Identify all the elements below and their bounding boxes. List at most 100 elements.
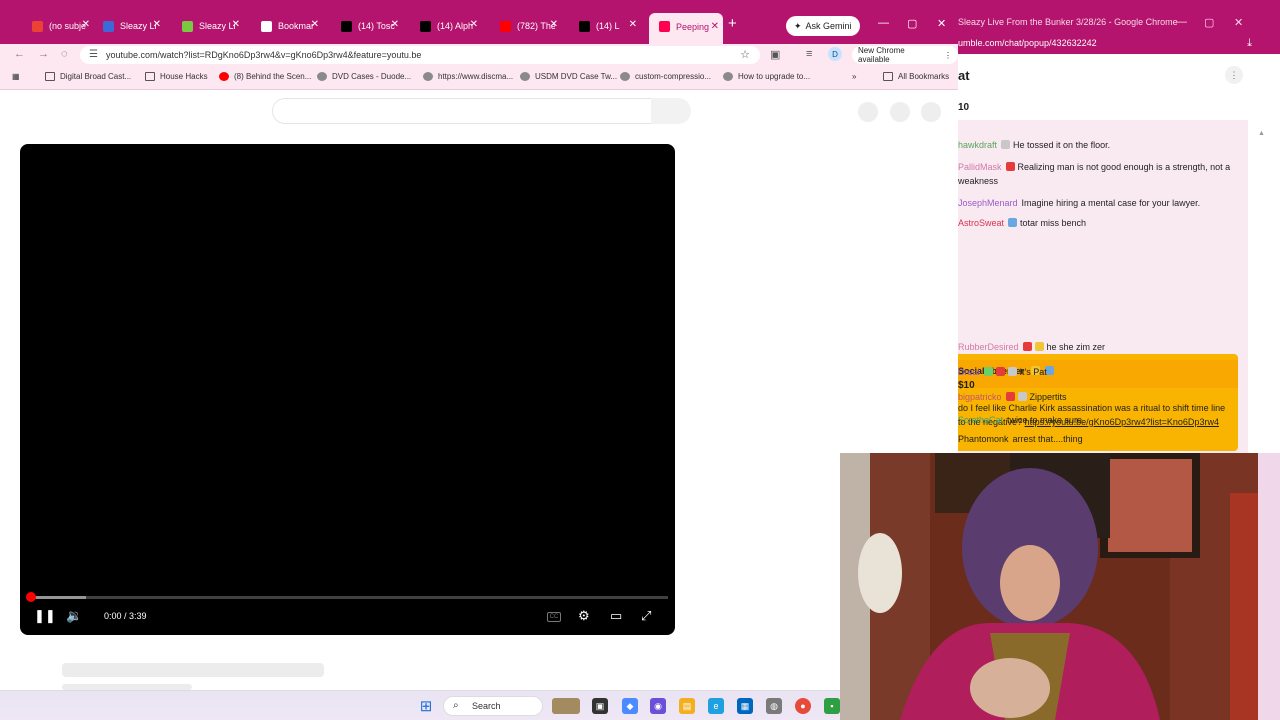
close-tab-icon[interactable]: ✕	[391, 19, 399, 30]
close-window-button[interactable]: ✕	[937, 17, 946, 30]
bookmark-label: How to upgrade to...	[738, 72, 811, 81]
theater-mode-icon[interactable]: ▭	[610, 608, 622, 624]
chat-username[interactable]: Dreal	[958, 367, 980, 377]
chat-text: he she zim zer	[1046, 342, 1106, 352]
media-control-icon[interactable]: ≡	[806, 48, 812, 60]
fullscreen-icon[interactable]: ⤢	[641, 608, 651, 624]
bookmark-item[interactable]: custom-compressio...	[620, 72, 711, 81]
close-tab-icon[interactable]: ✕	[232, 19, 240, 30]
browser-tab[interactable]: Sleazy Li ✕	[172, 15, 244, 37]
minimize-button[interactable]: —	[878, 17, 889, 29]
chat-menu-icon[interactable]: ⋮	[1225, 66, 1243, 84]
store-icon[interactable]: ▦	[737, 698, 753, 714]
all-bookmarks-button[interactable]: All Bookmarks	[883, 72, 949, 81]
badge-icon	[1005, 392, 1015, 401]
file-explorer-icon[interactable]: ▤	[679, 698, 695, 714]
maximize-button[interactable]: ▢	[907, 17, 917, 30]
task-view-icon[interactable]: ▣	[592, 698, 608, 714]
chat-scrollbar[interactable]: ▲	[1258, 124, 1266, 453]
bookmarks-overflow-icon[interactable]: »	[852, 72, 856, 81]
bookmark-label: House Hacks	[160, 72, 208, 81]
youtube-search-input[interactable]	[272, 98, 652, 124]
cast-icon[interactable]: ▣	[770, 48, 780, 61]
chat-username[interactable]: RubberDesired	[958, 342, 1019, 352]
chat-username[interactable]: Phantomonk	[958, 434, 1009, 444]
close-tab-icon[interactable]: ✕	[711, 21, 719, 32]
bookmark-item[interactable]: How to upgrade to...	[723, 72, 810, 81]
settings-gear-icon[interactable]: ⚙	[578, 608, 590, 624]
chat-username[interactable]: ScratheCat	[958, 415, 1003, 425]
browser-tab[interactable]: (782) The ✕	[490, 15, 562, 37]
chat-message: PallidMask Realizing man is not good enou…	[958, 160, 1248, 188]
app-icon[interactable]: ◉	[650, 698, 666, 714]
bookmark-item[interactable]: Digital Broad Cast...	[45, 72, 131, 81]
browser-tab[interactable]: (14) L ✕	[569, 15, 641, 37]
bookmark-item[interactable]: USDM DVD Case Tw...	[520, 72, 617, 81]
progress-scrubber[interactable]	[26, 592, 36, 602]
main-browser-window: (no subje ✕ Sleazy Li ✕ Sleazy Li ✕ Bookmar ✕ (1…	[0, 0, 958, 690]
rumble-r-icon	[103, 20, 114, 32]
browser-tab[interactable]: Sleazy Li ✕	[93, 15, 165, 37]
chat-close-button[interactable]: ✕	[1234, 16, 1243, 29]
site-info-icon[interactable]: ☰	[89, 49, 98, 60]
browser-tab[interactable]: (no subje ✕	[22, 15, 94, 37]
download-icon[interactable]: ⤓	[1247, 37, 1252, 50]
chat-minimize-button[interactable]: —	[1176, 16, 1187, 28]
browser-tab[interactable]: Bookmar ✕	[251, 15, 323, 37]
new-tab-button[interactable]: +	[728, 16, 737, 32]
chat-feed[interactable]: SocialObserver $10 do I feel like Charli…	[958, 120, 1248, 453]
browser-tab[interactable]: (14) Tosc ✕	[331, 15, 403, 37]
taskbar-search[interactable]: ⌕ Search	[443, 696, 543, 716]
chat-message: JosephMenard Imagine hiring a mental case…	[958, 196, 1248, 210]
app-icon[interactable]: ▪	[824, 698, 840, 714]
kebab-menu-icon[interactable]: ⋮	[944, 51, 952, 60]
chrome-icon[interactable]: ●	[795, 698, 811, 714]
close-tab-icon[interactable]: ✕	[550, 19, 558, 30]
app-icon[interactable]: ◍	[766, 698, 782, 714]
video-player[interactable]: ❚❚ 🔉 0:00 / 3:39 CC ⚙ ▭ ⤢	[20, 144, 675, 635]
bookmark-item[interactable]: (8) Behind the Scen...	[219, 72, 311, 81]
address-bar[interactable]: ☰ youtube.com/watch?list=RDgKno6Dp3rw4&v…	[80, 46, 760, 64]
search-highlight-icon[interactable]	[552, 698, 580, 714]
back-button[interactable]: ←	[14, 48, 25, 60]
bookmark-item[interactable]: DVD Cases - Duode...	[317, 72, 411, 81]
chat-maximize-button[interactable]: ▢	[1204, 16, 1214, 29]
browser-tab[interactable]: (14) Alph ✕	[410, 15, 482, 37]
windows-taskbar: ⊞ ⌕ Search ▣ ◆ ◉ ▤ e ▦ ◍ ● ▪	[0, 690, 840, 720]
chat-text: It's Pat	[1019, 367, 1047, 377]
close-tab-icon[interactable]: ✕	[311, 19, 319, 30]
profile-avatar[interactable]: D	[828, 47, 842, 61]
chat-username[interactable]: hawkdraft	[958, 140, 997, 150]
progress-bar[interactable]	[28, 596, 668, 599]
loading-skeleton	[62, 663, 324, 677]
chat-url-bar[interactable]: umble.com/chat/popup/432632242	[958, 34, 1280, 54]
youtube-search-button[interactable]	[651, 98, 691, 124]
chat-username[interactable]: bigpatricko	[958, 392, 1002, 402]
volume-icon[interactable]: 🔉	[66, 608, 82, 624]
pause-button[interactable]: ❚❚	[34, 608, 56, 624]
forward-button[interactable]: →	[38, 48, 49, 60]
apps-grid-icon[interactable]: ▦	[12, 72, 20, 81]
bookmark-item[interactable]: https://www.discma...	[423, 72, 513, 81]
chat-username[interactable]: AstroSweat	[958, 218, 1004, 228]
chat-username[interactable]: PallidMask	[958, 162, 1002, 172]
windows-start-icon[interactable]: ⊞	[418, 698, 434, 715]
bookmark-item[interactable]: House Hacks	[145, 72, 208, 81]
close-tab-icon[interactable]: ✕	[82, 19, 90, 30]
ask-gemini-button[interactable]: ✦ Ask Gemini	[786, 16, 860, 36]
browser-tab[interactable]: Peeping ✕	[649, 13, 723, 44]
close-tab-icon[interactable]: ✕	[153, 19, 161, 30]
close-tab-icon[interactable]: ✕	[629, 19, 637, 30]
bookmark-star-icon[interactable]: ☆	[740, 48, 750, 61]
gemini-sparkle-icon: ✦	[794, 20, 802, 31]
close-tab-icon[interactable]: ✕	[470, 19, 478, 30]
chat-username[interactable]: JosephMenard	[958, 198, 1018, 208]
new-chrome-available-button[interactable]: New Chrome available ⋮	[852, 46, 958, 64]
badge-icon	[1007, 367, 1017, 376]
captions-button[interactable]: CC	[547, 612, 561, 622]
stop-loading-icon[interactable]: ◌	[61, 48, 68, 60]
scroll-up-icon[interactable]: ▲	[1258, 130, 1265, 137]
copilot-icon[interactable]: ◆	[622, 698, 638, 714]
site-icon	[620, 72, 630, 81]
edge-icon[interactable]: e	[708, 698, 724, 714]
